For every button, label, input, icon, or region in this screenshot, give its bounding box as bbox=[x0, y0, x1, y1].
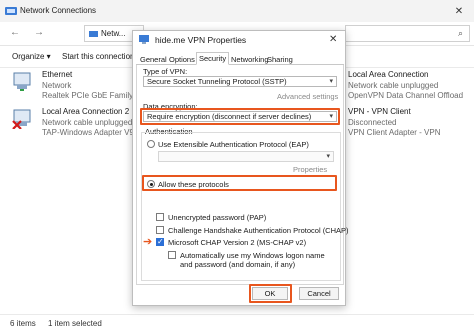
security-tab-panel: Type of VPN: Secure Socket Tunneling Pro… bbox=[136, 65, 349, 285]
data-encryption-highlight bbox=[140, 108, 340, 125]
chevron-down-icon: ▾ bbox=[329, 78, 333, 85]
tab-general[interactable]: General bbox=[138, 54, 169, 65]
forward-arrow-icon[interactable]: → bbox=[34, 27, 44, 38]
adapter-status: Network cable unplugged bbox=[348, 81, 439, 90]
organize-menu[interactable]: Organize ▾ bbox=[12, 52, 51, 61]
pap-label: Unencrypted password (PAP) bbox=[168, 213, 267, 222]
mschap-v2-label: Microsoft CHAP Version 2 (MS-CHAP v2) bbox=[168, 238, 307, 247]
start-connection-button[interactable]: Start this connection bbox=[62, 52, 134, 61]
eap-properties-button[interactable]: Properties bbox=[293, 165, 327, 174]
vpn-properties-dialog: hide.me VPN Properties ✕ General Options… bbox=[132, 30, 349, 306]
search-input[interactable]: ⌕ bbox=[345, 25, 470, 42]
selected-count: 1 item selected bbox=[48, 319, 102, 328]
dialog-title: hide.me VPN Properties bbox=[155, 35, 247, 45]
adapter-name: Local Area Connection 2 bbox=[42, 107, 130, 116]
eap-radio[interactable] bbox=[147, 140, 155, 148]
adapter-name: Ethernet bbox=[42, 70, 73, 79]
search-icon: ⌕ bbox=[457, 28, 463, 38]
pointer-arrow-icon: ➔ bbox=[143, 236, 153, 248]
ethernet-adapter-icon bbox=[13, 72, 31, 91]
address-text: Netw... bbox=[101, 29, 126, 38]
network-location-icon bbox=[89, 30, 98, 37]
adapter-name: VPN - VPN Client bbox=[348, 107, 411, 116]
auto-logon-label: Automatically use my Windows logon name … bbox=[180, 251, 325, 269]
tab-options[interactable]: Options bbox=[167, 54, 197, 65]
adapter-device: VPN Client Adapter - VPN bbox=[348, 128, 441, 137]
items-count: 6 items bbox=[10, 319, 36, 328]
vpn-connection-icon bbox=[139, 35, 149, 44]
type-of-vpn-select[interactable]: Secure Socket Tunneling Protocol (SSTP) … bbox=[143, 76, 337, 87]
window-titlebar: Network Connections ✕ bbox=[0, 0, 474, 22]
auto-logon-checkbox[interactable] bbox=[168, 251, 176, 259]
disconnected-adapter-icon bbox=[12, 109, 31, 129]
tab-sharing[interactable]: Sharing bbox=[265, 54, 295, 65]
dialog-titlebar: hide.me VPN Properties ✕ bbox=[133, 31, 345, 49]
window-close-button[interactable]: ✕ bbox=[444, 0, 474, 22]
allow-protocols-highlight bbox=[142, 175, 337, 191]
adapter-status: Disconnected bbox=[348, 118, 397, 127]
tab-security[interactable]: Security bbox=[196, 52, 230, 65]
type-of-vpn-label: Type of VPN: bbox=[143, 67, 188, 76]
mschap-v2-checkbox[interactable] bbox=[156, 237, 164, 247]
eap-method-select[interactable]: ▾ bbox=[158, 151, 334, 162]
chap-label: Challenge Handshake Authentication Proto… bbox=[168, 226, 349, 235]
advanced-settings-button[interactable]: Advanced settings bbox=[277, 92, 338, 101]
pap-checkbox[interactable] bbox=[156, 213, 164, 221]
back-arrow-icon[interactable]: ← bbox=[10, 27, 20, 38]
chevron-down-icon: ▾ bbox=[326, 153, 330, 160]
window-title: Network Connections bbox=[20, 6, 97, 15]
adapter-device: OpenVPN Data Channel Offload bbox=[348, 91, 464, 100]
adapter-name: Local Area Connection bbox=[348, 70, 429, 79]
status-bar: 6 items 1 item selected bbox=[0, 314, 474, 330]
ok-button-highlight bbox=[249, 284, 292, 303]
eap-option-label: Use Extensible Authentication Protocol (… bbox=[158, 140, 309, 149]
network-folder-icon bbox=[5, 7, 17, 15]
adapter-device: TAP-Windows Adapter V9 bbox=[42, 128, 134, 137]
close-icon: ✕ bbox=[454, 5, 464, 17]
dialog-tabs: General Options Security Networking Shar… bbox=[136, 52, 344, 65]
adapter-status: Network cable unplugged bbox=[42, 118, 133, 127]
type-of-vpn-value: Secure Socket Tunneling Protocol (SSTP) bbox=[147, 77, 287, 86]
dialog-close-icon[interactable]: ✕ bbox=[329, 34, 337, 45]
adapter-status: Network bbox=[42, 81, 72, 90]
chap-checkbox[interactable] bbox=[156, 226, 164, 234]
cancel-button[interactable]: Cancel bbox=[299, 287, 339, 300]
